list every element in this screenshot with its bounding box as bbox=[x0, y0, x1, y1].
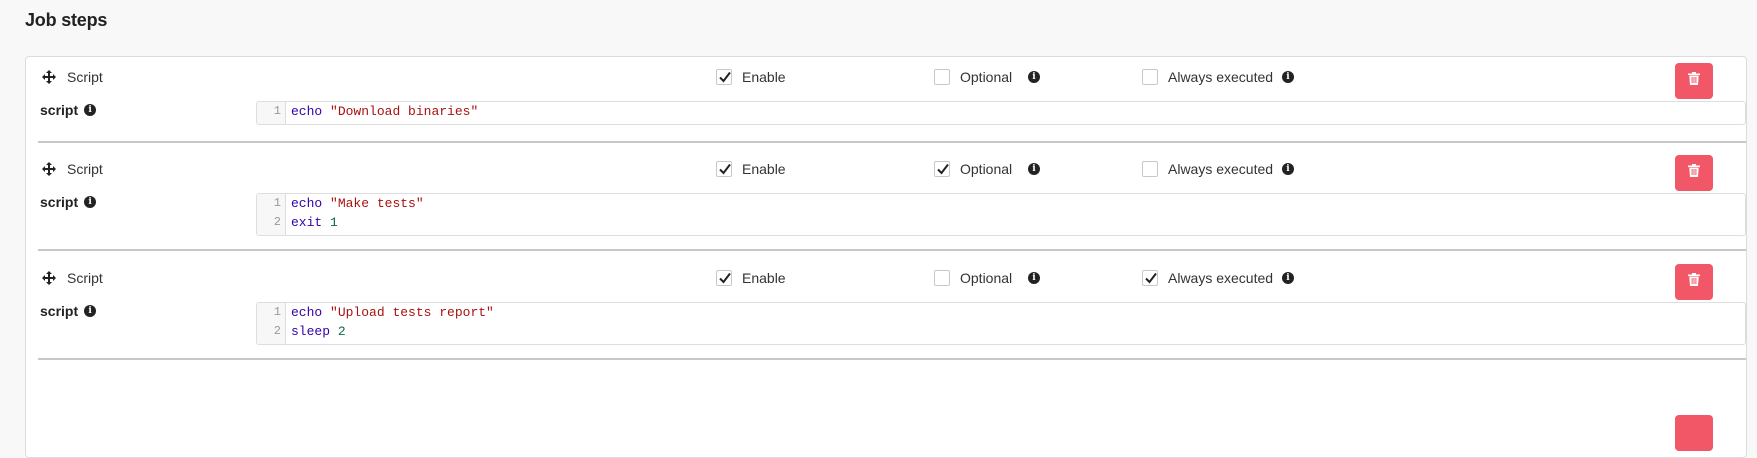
line-number: 1 bbox=[273, 104, 281, 118]
code-argument: "Make tests" bbox=[330, 196, 424, 211]
info-icon[interactable]: i bbox=[1282, 163, 1294, 175]
line-number: 2 bbox=[273, 215, 281, 229]
always-executed-checkbox[interactable] bbox=[1142, 69, 1158, 85]
optional-label: Optional bbox=[960, 161, 1013, 177]
optional-label: Optional bbox=[960, 270, 1013, 286]
step-type-label: Script bbox=[67, 161, 103, 177]
optional-option[interactable]: Optional bbox=[934, 268, 1012, 288]
drag-handle-icon[interactable] bbox=[42, 271, 56, 285]
optional-checkbox[interactable] bbox=[934, 161, 950, 177]
optional-checkbox[interactable] bbox=[934, 69, 950, 85]
code-keyword: echo bbox=[291, 305, 323, 320]
info-icon[interactable]: i bbox=[1282, 71, 1294, 83]
optional-option[interactable]: Optional bbox=[934, 159, 1012, 179]
info-icon[interactable]: i bbox=[84, 104, 97, 116]
enable-option[interactable]: Enable bbox=[716, 268, 786, 288]
script-label-text: script bbox=[40, 303, 79, 319]
script-label-text: script bbox=[40, 194, 79, 210]
code-text: echo "Download binaries" bbox=[291, 102, 478, 121]
step-divider bbox=[38, 358, 1746, 360]
info-icon[interactable]: i bbox=[1282, 272, 1294, 284]
step-type-label: Script bbox=[67, 270, 103, 286]
script-editor[interactable]: 1 echo "Download binaries" bbox=[256, 101, 1746, 125]
delete-step-button[interactable] bbox=[1675, 264, 1713, 300]
enable-checkbox[interactable] bbox=[716, 270, 732, 286]
always-executed-option[interactable]: Always executed bbox=[1142, 67, 1273, 87]
script-field-label: script i bbox=[40, 303, 97, 319]
code-text: echo "Upload tests report" bbox=[291, 303, 494, 322]
always-executed-checkbox[interactable] bbox=[1142, 270, 1158, 286]
delete-step-button[interactable] bbox=[1675, 415, 1713, 451]
code-line: 1 echo "Make tests" bbox=[257, 194, 1745, 213]
enable-option[interactable]: Enable bbox=[716, 159, 786, 179]
code-argument: "Download binaries" bbox=[330, 104, 479, 119]
trash-icon bbox=[1688, 72, 1700, 90]
step-type-label: Script bbox=[67, 69, 103, 85]
info-icon[interactable]: i bbox=[84, 305, 97, 317]
enable-label: Enable bbox=[742, 161, 786, 177]
code-argument: 2 bbox=[337, 324, 346, 339]
optional-option[interactable]: Optional bbox=[934, 67, 1012, 87]
script-editor[interactable]: 1 echo "Upload tests report" 2 sleep 2 bbox=[256, 302, 1746, 345]
enable-label: Enable bbox=[742, 69, 786, 85]
trash-icon bbox=[1688, 273, 1700, 291]
drag-handle-icon[interactable] bbox=[42, 70, 56, 84]
code-keyword: exit bbox=[291, 215, 323, 230]
line-number: 2 bbox=[273, 324, 281, 338]
code-argument: "Upload tests report" bbox=[330, 305, 494, 320]
info-icon[interactable]: i bbox=[84, 196, 97, 208]
always-executed-label: Always executed bbox=[1168, 161, 1274, 177]
always-executed-label: Always executed bbox=[1168, 69, 1274, 85]
step-header: Script Enable Optional i Always executed i bbox=[26, 258, 1746, 300]
code-line: 2 exit 1 bbox=[257, 213, 1745, 232]
script-field-label: script i bbox=[40, 102, 97, 118]
delete-step-button[interactable] bbox=[1675, 155, 1713, 191]
code-keyword: echo bbox=[291, 196, 323, 211]
always-executed-label: Always executed bbox=[1168, 270, 1274, 286]
enable-checkbox[interactable] bbox=[716, 69, 732, 85]
info-icon[interactable]: i bbox=[1028, 163, 1040, 175]
always-executed-option[interactable]: Always executed bbox=[1142, 268, 1273, 288]
step-header: Script Enable Optional i Always executed i bbox=[26, 149, 1746, 191]
always-executed-checkbox[interactable] bbox=[1142, 161, 1158, 177]
drag-handle-icon[interactable] bbox=[42, 162, 56, 176]
code-text: exit 1 bbox=[291, 213, 338, 232]
code-keyword: echo bbox=[291, 104, 323, 119]
code-line: 1 echo "Download binaries" bbox=[257, 102, 1745, 121]
step-divider bbox=[38, 249, 1746, 251]
script-field-label: script i bbox=[40, 194, 97, 210]
code-keyword: sleep bbox=[291, 324, 331, 339]
step-divider bbox=[38, 141, 1746, 143]
optional-checkbox[interactable] bbox=[934, 270, 950, 286]
code-text: echo "Make tests" bbox=[291, 194, 424, 213]
trash-icon bbox=[1688, 164, 1700, 182]
line-number: 1 bbox=[273, 196, 281, 210]
info-icon[interactable]: i bbox=[1028, 71, 1040, 83]
code-line: 2 sleep 2 bbox=[257, 322, 1745, 341]
enable-label: Enable bbox=[742, 270, 786, 286]
code-argument: 1 bbox=[330, 215, 338, 230]
code-line: 1 echo "Upload tests report" bbox=[257, 303, 1745, 322]
script-label-text: script bbox=[40, 102, 79, 118]
delete-step-button[interactable] bbox=[1675, 63, 1713, 99]
info-icon[interactable]: i bbox=[1028, 272, 1040, 284]
page-title: Job steps bbox=[25, 10, 108, 30]
always-executed-option[interactable]: Always executed bbox=[1142, 159, 1273, 179]
code-text: sleep 2 bbox=[291, 322, 346, 341]
optional-label: Optional bbox=[960, 69, 1013, 85]
step-header: Script Enable Optional i Always executed i bbox=[26, 57, 1746, 99]
line-number: 1 bbox=[273, 305, 281, 319]
job-steps-panel: Script Enable Optional i Always executed i scr… bbox=[25, 56, 1747, 458]
script-editor[interactable]: 1 echo "Make tests" 2 exit 1 bbox=[256, 193, 1746, 236]
enable-option[interactable]: Enable bbox=[716, 67, 786, 87]
enable-checkbox[interactable] bbox=[716, 161, 732, 177]
